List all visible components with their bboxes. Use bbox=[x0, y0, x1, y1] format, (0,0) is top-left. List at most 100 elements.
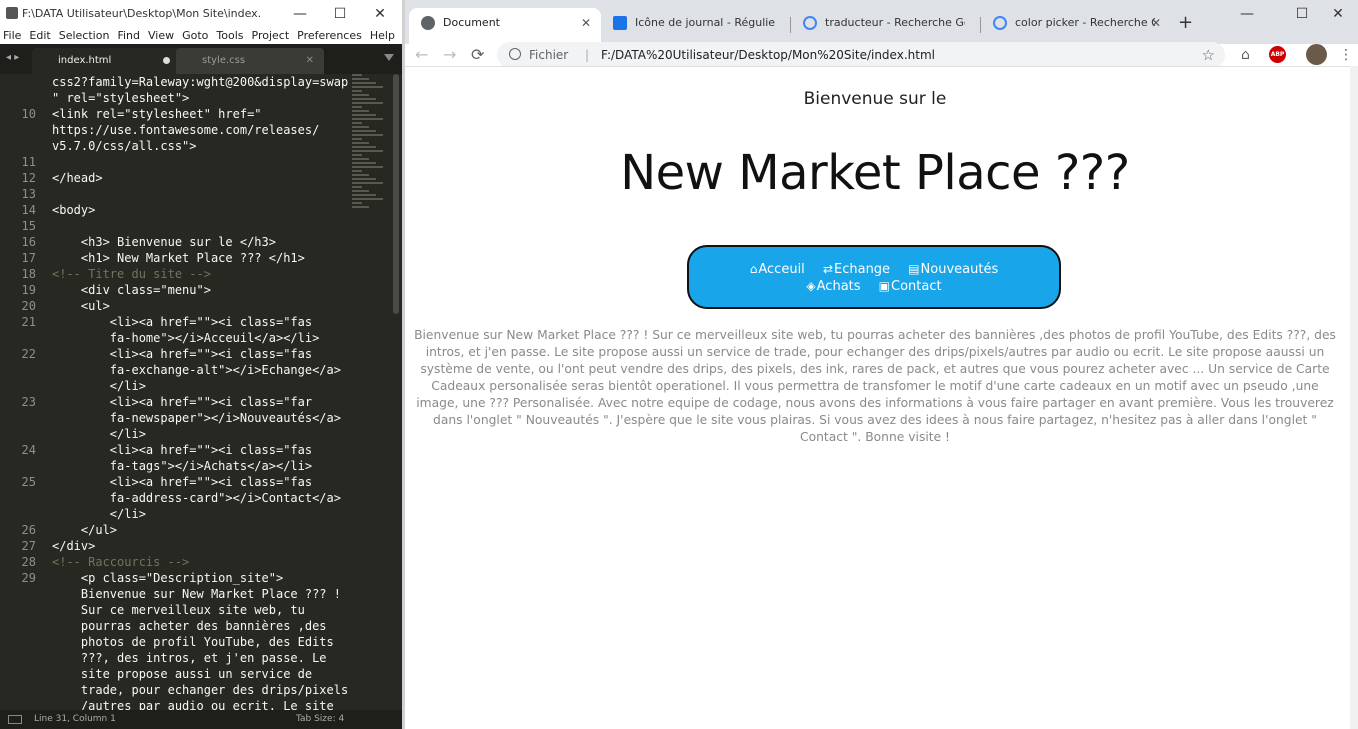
editor-close-button[interactable]: ✕ bbox=[360, 4, 400, 24]
reload-button[interactable]: ⟳ bbox=[471, 44, 484, 66]
menu-edit[interactable]: Edit bbox=[29, 28, 50, 44]
tab-nav-arrows-icon[interactable]: ◂ ▸ bbox=[6, 52, 19, 63]
minimap[interactable] bbox=[352, 74, 392, 214]
minimap-line bbox=[352, 150, 383, 152]
code-line[interactable]: photos de profil YouTube, des Edits bbox=[0, 634, 402, 650]
code-line[interactable]: </li> bbox=[0, 506, 402, 522]
code-line[interactable]: 25 <li><a href=""><i class="fas bbox=[0, 474, 402, 490]
menu-preferences[interactable]: Preferences bbox=[297, 28, 362, 44]
code-line[interactable]: /autres par audio ou ecrit. Le site bbox=[0, 698, 402, 710]
minimap-line bbox=[352, 198, 383, 200]
tab-close-icon[interactable]: ✕ bbox=[1151, 8, 1161, 38]
code-line[interactable]: fa-address-card"></i>Contact</a> bbox=[0, 490, 402, 506]
address-url[interactable]: F:/DATA%20Utilisateur/Desktop/Mon%20Site… bbox=[601, 42, 935, 68]
browser-menu-icon[interactable]: ⋮ bbox=[1339, 44, 1353, 66]
code-line[interactable]: </li> bbox=[0, 378, 402, 394]
menu-link-contact[interactable]: ▣Contact bbox=[879, 279, 942, 294]
code-line[interactable]: 15 bbox=[0, 218, 402, 234]
code-line[interactable]: fa-tags"></i>Achats</a></li> bbox=[0, 458, 402, 474]
code-line[interactable]: </li> bbox=[0, 426, 402, 442]
code-line[interactable]: fa-newspaper"></i>Nouveautés</a> bbox=[0, 410, 402, 426]
code-line[interactable]: Bienvenue sur New Market Place ??? ! bbox=[0, 586, 402, 602]
code-line[interactable]: 13 bbox=[0, 186, 402, 202]
editor-maximize-button[interactable]: ☐ bbox=[320, 4, 360, 24]
code-line[interactable]: Sur ce merveilleux site web, tu bbox=[0, 602, 402, 618]
code-line[interactable]: 24 <li><a href=""><i class="fas bbox=[0, 442, 402, 458]
code-line[interactable]: 29 <p class="Description_site"> bbox=[0, 570, 402, 586]
menu-view[interactable]: View bbox=[148, 28, 174, 44]
code-line[interactable]: 14 <body> bbox=[0, 202, 402, 218]
info-icon[interactable] bbox=[509, 48, 521, 60]
menu-tools[interactable]: Tools bbox=[216, 28, 243, 44]
code-line[interactable]: " rel="stylesheet"> bbox=[0, 90, 402, 106]
menu-link-nouveautes[interactable]: ▤Nouveautés bbox=[908, 262, 998, 277]
menu-help[interactable]: Help bbox=[370, 28, 395, 44]
code-line[interactable]: fa-exchange-alt"></i>Echange</a> bbox=[0, 362, 402, 378]
browser-tab-color-picker[interactable]: color picker - Recherche Go ✕ bbox=[981, 8, 1171, 44]
editor-scrollbar-thumb[interactable] bbox=[393, 74, 399, 314]
code-line[interactable]: 11 bbox=[0, 154, 402, 170]
menu-goto[interactable]: Goto bbox=[182, 28, 208, 44]
tab-size-setting[interactable]: Tab Size: 4 bbox=[296, 710, 344, 729]
adblock-icon[interactable]: ABP bbox=[1269, 46, 1286, 63]
editor-tab-index-html[interactable]: index.html bbox=[32, 48, 182, 74]
code-line[interactable]: 23 <li><a href=""><i class="far bbox=[0, 394, 402, 410]
code-line[interactable]: trade, pour echanger des drips/pixels bbox=[0, 682, 402, 698]
back-button[interactable]: ← bbox=[415, 44, 428, 66]
menu-project[interactable]: Project bbox=[252, 28, 290, 44]
address-bar[interactable]: Fichier | F:/DATA%20Utilisateur/Desktop/… bbox=[497, 42, 1225, 68]
code-line[interactable]: css2?family=Raleway:wght@200&display=swa… bbox=[0, 74, 402, 90]
code-line[interactable]: 21 <li><a href=""><i class="fas bbox=[0, 314, 402, 330]
menu-find[interactable]: Find bbox=[117, 28, 140, 44]
code-line[interactable]: 19 <div class="menu"> bbox=[0, 282, 402, 298]
code-line[interactable]: 18 <!-- Titre du site --> bbox=[0, 266, 402, 282]
browser-minimize-button[interactable]: — bbox=[1227, 6, 1267, 22]
code-line[interactable]: https://use.fontawesome.com/releases/ bbox=[0, 122, 402, 138]
code-line[interactable]: 10 <link rel="stylesheet" href=" bbox=[0, 106, 402, 122]
code-line[interactable]: 22 <li><a href=""><i class="fas bbox=[0, 346, 402, 362]
code-line[interactable]: 27 </div> bbox=[0, 538, 402, 554]
line-text: site propose aussi un service de bbox=[52, 667, 313, 681]
editor-minimize-button[interactable]: — bbox=[280, 4, 320, 24]
browser-tab-fontawesome[interactable]: Icône de journal - Régulier | bbox=[601, 8, 791, 44]
browser-tab-document[interactable]: Document ✕ bbox=[409, 8, 601, 44]
browser-tab-label: Icône de journal - Régulier | bbox=[635, 16, 775, 29]
code-line[interactable]: fa-home"></i>Acceuil</a></li> bbox=[0, 330, 402, 346]
code-line[interactable]: 26 </ul> bbox=[0, 522, 402, 538]
browser-tab-traducteur[interactable]: traducteur - Recherche Goo bbox=[791, 8, 981, 44]
forward-button[interactable]: → bbox=[443, 44, 456, 66]
code-line[interactable]: 12 </head> bbox=[0, 170, 402, 186]
code-line[interactable]: site propose aussi un service de bbox=[0, 666, 402, 682]
code-area[interactable]: css2?family=Raleway:wght@200&display=swa… bbox=[0, 74, 402, 710]
code-line[interactable]: 20 <ul> bbox=[0, 298, 402, 314]
editor-tab-style-css[interactable]: style.css ✕ bbox=[176, 48, 324, 74]
tab-close-icon[interactable]: ✕ bbox=[306, 48, 314, 74]
menu-link-achats[interactable]: ◈Achats bbox=[806, 279, 860, 294]
line-text: fa-address-card"></i>Contact</a> bbox=[52, 491, 341, 505]
editor-scrollbar[interactable] bbox=[392, 74, 400, 710]
home-icon[interactable]: ⌂ bbox=[1241, 45, 1250, 65]
menu-selection[interactable]: Selection bbox=[59, 28, 110, 44]
unsaved-dot-icon[interactable] bbox=[163, 57, 170, 64]
bookmark-star-icon[interactable]: ☆ bbox=[1202, 42, 1215, 68]
menu-link-echange[interactable]: ⇄Echange bbox=[823, 262, 890, 277]
code-line[interactable]: v5.7.0/css/all.css"> bbox=[0, 138, 402, 154]
line-number: 25 bbox=[21, 475, 36, 489]
code-line[interactable]: ???, des intros, et j'en passe. Le bbox=[0, 650, 402, 666]
code-line[interactable]: 16 <h3> Bienvenue sur le </h3> bbox=[0, 234, 402, 250]
tab-close-icon[interactable]: ✕ bbox=[581, 8, 591, 38]
code-line[interactable]: 17 <h1> New Market Place ??? </h1> bbox=[0, 250, 402, 266]
menu-file[interactable]: File bbox=[3, 28, 21, 44]
browser-close-button[interactable]: ✕ bbox=[1318, 6, 1358, 22]
page-scrollbar[interactable] bbox=[1350, 66, 1358, 729]
menu-link-acceuil[interactable]: ⌂Acceuil bbox=[750, 262, 805, 277]
code-line[interactable]: 28 <!-- Raccourcis --> bbox=[0, 554, 402, 570]
profile-avatar[interactable] bbox=[1306, 44, 1327, 65]
panel-toggle-icon[interactable] bbox=[8, 715, 22, 724]
browser-maximize-button[interactable]: ☐ bbox=[1282, 6, 1322, 22]
line-text: <!-- Raccourcis --> bbox=[52, 555, 190, 569]
address-card-icon: ▣ bbox=[878, 279, 891, 293]
new-tab-button[interactable]: + bbox=[1178, 12, 1193, 33]
code-line[interactable]: pourras acheter des bannières ,des bbox=[0, 618, 402, 634]
tab-dropdown-icon[interactable] bbox=[384, 54, 394, 61]
